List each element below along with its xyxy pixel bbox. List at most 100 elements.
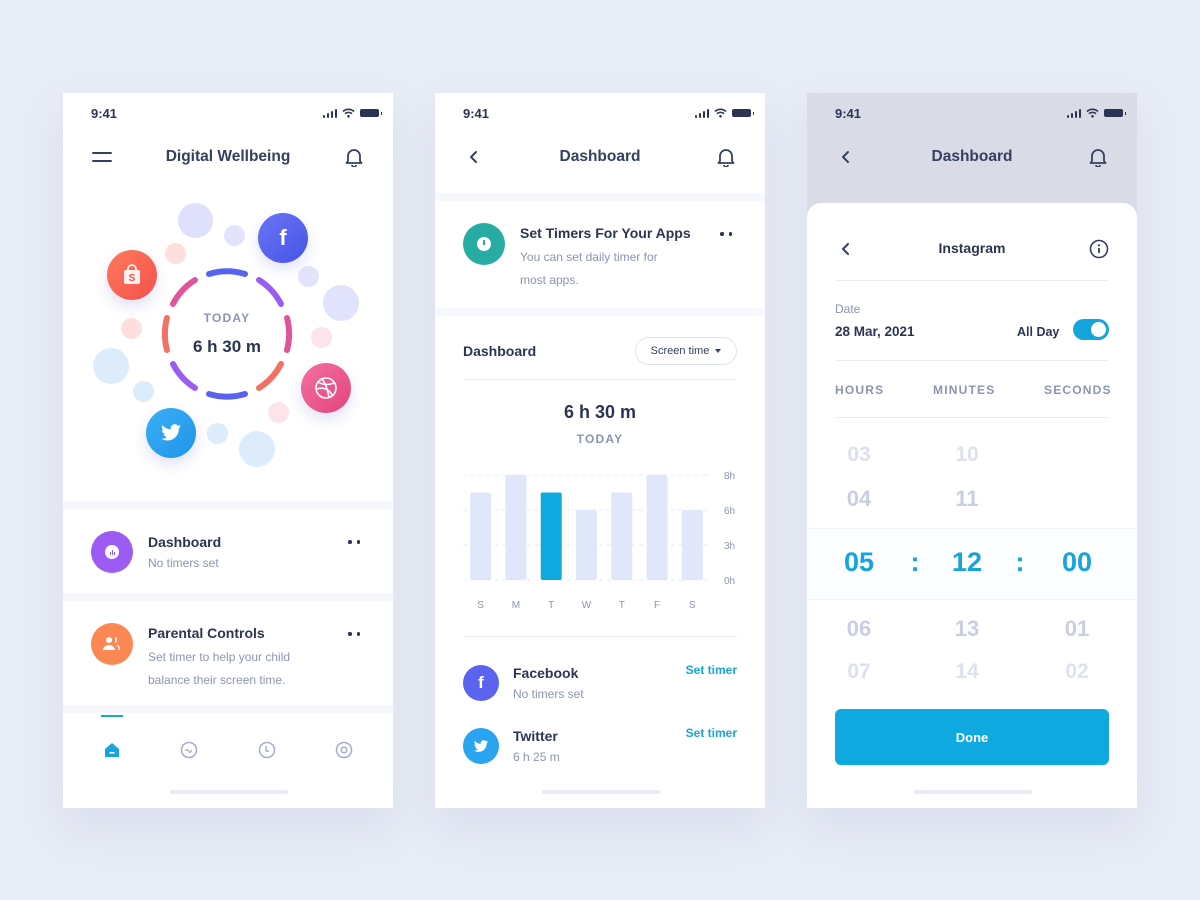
- signal-icon: [694, 108, 709, 118]
- bar[interactable]: [576, 510, 597, 580]
- promo-title: Set Timers For Your Apps: [520, 225, 691, 241]
- bar[interactable]: [470, 492, 492, 581]
- divider: [463, 379, 737, 380]
- tab-activity[interactable]: [180, 741, 198, 759]
- divider: [435, 193, 765, 201]
- app-detail: No timers set: [513, 687, 584, 701]
- back-icon[interactable]: [463, 146, 485, 168]
- date-value[interactable]: 28 Mar, 2021: [835, 324, 915, 339]
- hours-option[interactable]: 04: [829, 486, 889, 512]
- shopee-bag-icon[interactable]: S: [107, 250, 157, 300]
- tab-home[interactable]: [103, 741, 121, 759]
- hours-selected[interactable]: 05: [829, 547, 889, 578]
- seconds-selected[interactable]: 00: [1047, 547, 1107, 578]
- tab-timer[interactable]: [258, 741, 276, 759]
- decor-bubble: [165, 243, 186, 264]
- back-icon[interactable]: [835, 146, 857, 168]
- wifi-icon: [714, 108, 727, 118]
- bar[interactable]: [611, 492, 633, 581]
- caret-down-icon: [715, 349, 722, 353]
- bar[interactable]: [505, 475, 527, 580]
- bar[interactable]: [681, 510, 703, 580]
- bar[interactable]: [540, 492, 562, 581]
- decor-bubble: [311, 327, 332, 348]
- y-tick-label: 6h: [724, 506, 735, 517]
- column-header-hours: HOURS: [835, 383, 885, 397]
- done-button[interactable]: Done: [835, 709, 1109, 765]
- screen-time-dropdown[interactable]: Screen time: [635, 337, 737, 365]
- active-tab-indicator: [101, 715, 123, 717]
- seconds-option[interactable]: 01: [1047, 616, 1107, 642]
- bar[interactable]: [646, 475, 668, 580]
- minutes-selected[interactable]: 12: [937, 547, 997, 578]
- info-icon[interactable]: [1089, 239, 1109, 259]
- status-bar: 9:41: [91, 105, 382, 121]
- x-tick-label: T: [548, 600, 554, 611]
- decor-bubble: [207, 423, 228, 444]
- screen-time-bar-chart: 0h 3h 6h 8h S M T W T F S: [463, 471, 735, 611]
- users-icon: [91, 623, 133, 665]
- minutes-option[interactable]: 10: [937, 443, 997, 467]
- divider: [835, 360, 1109, 361]
- x-tick-label: S: [477, 600, 484, 611]
- signal-icon: [1066, 108, 1081, 118]
- hours-option[interactable]: 03: [829, 443, 889, 467]
- column-header-seconds: SECONDS: [1044, 383, 1112, 397]
- divider: [835, 280, 1109, 281]
- minutes-option[interactable]: 14: [937, 660, 997, 684]
- set-timer-button[interactable]: Set timer: [686, 726, 737, 740]
- card-dashboard[interactable]: Dashboard No timers set: [63, 509, 393, 595]
- more-options-icon[interactable]: [720, 232, 732, 236]
- activity-icon: [180, 741, 198, 759]
- bell-icon[interactable]: [715, 146, 737, 168]
- sheet-title: Instagram: [938, 240, 1006, 256]
- timer-sheet: Instagram Date 28 Mar, 2021 All Day HOUR…: [807, 203, 1137, 808]
- promo-line2: most apps.: [520, 273, 579, 287]
- top-navbar: Dashboard: [807, 141, 1137, 173]
- card-subtitle-line2: balance their screen time.: [148, 673, 286, 687]
- app-detail: 6 h 25 m: [513, 750, 560, 764]
- clock-icon: [463, 223, 505, 265]
- card-subtitle: No timers set: [148, 556, 219, 570]
- hours-option[interactable]: 06: [829, 616, 889, 642]
- x-tick-label: F: [654, 600, 660, 611]
- date-label: Date: [835, 302, 861, 316]
- card-parental-controls[interactable]: Parental Controls Set timer to help your…: [63, 601, 393, 709]
- home-indicator[interactable]: [170, 790, 288, 794]
- page-title: Dashboard: [931, 148, 1013, 165]
- dribbble-icon[interactable]: [301, 363, 351, 413]
- ring-label: TODAY: [203, 311, 251, 325]
- minutes-option[interactable]: 13: [937, 616, 997, 642]
- all-day-toggle[interactable]: [1073, 319, 1109, 340]
- decor-bubble: [93, 348, 129, 384]
- promo-card[interactable]: Set Timers For Your Apps You can set dai…: [435, 201, 765, 311]
- facebook-icon[interactable]: f: [258, 213, 308, 263]
- status-time: 9:41: [835, 105, 862, 121]
- twitter-icon[interactable]: [146, 408, 196, 458]
- home-indicator[interactable]: [542, 790, 660, 794]
- hours-option[interactable]: 07: [829, 660, 889, 684]
- more-options-icon[interactable]: [348, 632, 360, 636]
- home-indicator[interactable]: [914, 790, 1032, 794]
- card-title: Parental Controls: [148, 625, 265, 641]
- bell-icon[interactable]: [1087, 146, 1109, 168]
- toggle-knob: [1091, 322, 1106, 337]
- set-timer-button[interactable]: Set timer: [686, 663, 737, 677]
- decor-bubble: [224, 225, 245, 246]
- page-title: Digital Wellbeing: [165, 148, 291, 165]
- bell-icon[interactable]: [343, 146, 365, 168]
- svg-text:S: S: [129, 273, 136, 284]
- card-subtitle-line1: Set timer to help your child: [148, 650, 291, 664]
- status-time: 9:41: [463, 105, 490, 121]
- menu-icon[interactable]: [91, 146, 113, 168]
- status-bar: 9:41: [463, 105, 754, 121]
- seconds-option[interactable]: 02: [1047, 660, 1107, 684]
- app-name: Twitter: [513, 728, 558, 744]
- minutes-option[interactable]: 11: [937, 486, 997, 512]
- more-options-icon[interactable]: [348, 540, 360, 544]
- status-bar: 9:41: [835, 105, 1126, 121]
- screen-digital-wellbeing: 9:41 Digital Wellbeing S f TODAY 6 h 30 …: [63, 93, 393, 808]
- bottom-tab-bar: [63, 713, 393, 808]
- tab-settings[interactable]: [335, 741, 353, 759]
- wifi-icon: [342, 108, 355, 118]
